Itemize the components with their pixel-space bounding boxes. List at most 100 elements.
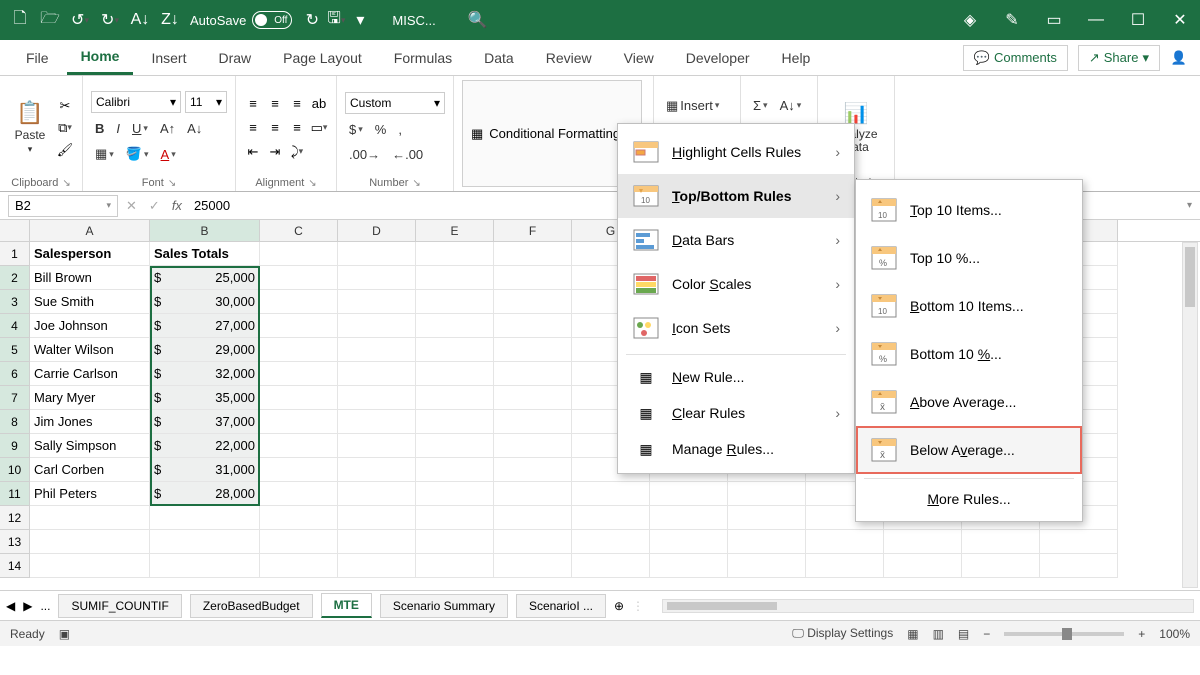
cell[interactable] <box>338 530 416 554</box>
row-header[interactable]: 13 <box>0 530 30 554</box>
cell[interactable] <box>260 410 338 434</box>
paste-button[interactable]: 📋 Paste ▾ <box>8 80 52 175</box>
cell[interactable] <box>572 506 650 530</box>
column-header[interactable]: D <box>338 220 416 241</box>
cell[interactable]: $37,000 <box>150 410 260 434</box>
cell[interactable] <box>494 554 572 578</box>
row-header[interactable]: 9 <box>0 434 30 458</box>
cell[interactable] <box>494 458 572 482</box>
cell[interactable] <box>150 506 260 530</box>
cell[interactable]: $30,000 <box>150 290 260 314</box>
cell[interactable] <box>494 266 572 290</box>
align-center-icon[interactable]: ≡ <box>266 119 284 137</box>
cell[interactable] <box>962 530 1040 554</box>
pencil-icon[interactable]: ✎ <box>1000 8 1024 32</box>
cell[interactable] <box>572 482 650 506</box>
column-header[interactable]: F <box>494 220 572 241</box>
row-header[interactable]: 7 <box>0 386 30 410</box>
sort-filter-icon[interactable]: A↓ <box>776 96 806 115</box>
cell[interactable] <box>260 506 338 530</box>
cell[interactable] <box>572 554 650 578</box>
cell[interactable] <box>338 410 416 434</box>
column-header[interactable]: A <box>30 220 150 241</box>
tb-more-rules[interactable]: More Rules... <box>856 483 1082 515</box>
cell[interactable] <box>260 482 338 506</box>
cell[interactable] <box>494 242 572 266</box>
number-format-select[interactable]: Custom▾ <box>345 92 445 114</box>
orientation-icon[interactable]: ⤸ <box>288 143 306 161</box>
indent-inc-icon[interactable]: ⇥ <box>266 143 284 161</box>
cell[interactable]: Phil Peters <box>30 482 150 506</box>
cell[interactable] <box>260 290 338 314</box>
cell[interactable] <box>338 482 416 506</box>
cell[interactable] <box>338 290 416 314</box>
new-file-icon[interactable]: 🗋 <box>8 8 32 32</box>
cell[interactable] <box>416 410 494 434</box>
underline-button[interactable]: U <box>128 119 152 138</box>
cell[interactable] <box>338 266 416 290</box>
cell[interactable] <box>416 506 494 530</box>
cell[interactable] <box>494 386 572 410</box>
cf-icon-sets[interactable]: Icon Sets › <box>618 306 854 350</box>
cell[interactable] <box>416 338 494 362</box>
cell[interactable]: $29,000 <box>150 338 260 362</box>
tab-file[interactable]: File <box>12 42 63 74</box>
qat-more-icon[interactable]: ▾ <box>348 8 372 32</box>
cell[interactable] <box>416 266 494 290</box>
column-header[interactable]: B <box>150 220 260 241</box>
cell[interactable] <box>884 530 962 554</box>
cf-new-rule[interactable]: ▦ New Rule... <box>618 359 854 395</box>
font-launcher-icon[interactable]: ↘ <box>168 178 176 189</box>
merge-icon[interactable]: ▭ <box>310 119 328 137</box>
wrap-text-icon[interactable]: ab <box>310 95 328 113</box>
cell[interactable] <box>260 362 338 386</box>
row-header[interactable]: 11 <box>0 482 30 506</box>
cell[interactable]: $27,000 <box>150 314 260 338</box>
column-header[interactable]: C <box>260 220 338 241</box>
cell[interactable] <box>416 314 494 338</box>
zoom-in-icon[interactable]: + <box>1138 627 1145 641</box>
cell[interactable] <box>728 554 806 578</box>
row-header[interactable]: 12 <box>0 506 30 530</box>
tb-bottom-10-items[interactable]: 10 Bottom 10 Items... <box>856 282 1082 330</box>
font-size-select[interactable]: 11▾ <box>185 91 227 113</box>
redo2-icon[interactable]: ↻ <box>300 8 324 32</box>
save-icon[interactable]: 🖫 <box>324 8 348 32</box>
zoom-slider[interactable] <box>1004 632 1124 636</box>
grow-font-icon[interactable]: A↑ <box>156 119 179 138</box>
align-top-icon[interactable]: ≡ <box>244 95 262 113</box>
cell[interactable]: Bill Brown <box>30 266 150 290</box>
tb-below-average[interactable]: x̄ Below Average... <box>856 426 1082 474</box>
cell[interactable] <box>728 530 806 554</box>
cut-icon[interactable]: ✂ <box>56 97 74 115</box>
macro-record-icon[interactable]: ▣ <box>59 627 70 641</box>
user-icon[interactable]: 👤 <box>1170 49 1188 67</box>
tab-developer[interactable]: Developer <box>672 42 764 74</box>
cell[interactable]: $28,000 <box>150 482 260 506</box>
border-icon[interactable]: ▦ <box>91 144 118 164</box>
cell[interactable] <box>260 386 338 410</box>
row-header[interactable]: 10 <box>0 458 30 482</box>
cell[interactable] <box>338 386 416 410</box>
column-header[interactable]: E <box>416 220 494 241</box>
cell[interactable]: Walter Wilson <box>30 338 150 362</box>
cell[interactable] <box>494 410 572 434</box>
cell[interactable] <box>416 554 494 578</box>
tb-bottom-10-percent[interactable]: % Bottom 10 %... <box>856 330 1082 378</box>
cell[interactable] <box>494 530 572 554</box>
cell[interactable] <box>260 314 338 338</box>
view-pagelayout-icon[interactable]: ▥ <box>933 627 944 641</box>
cf-manage-rules[interactable]: ▦ Manage Rules... <box>618 431 854 467</box>
cell[interactable]: Joe Johnson <box>30 314 150 338</box>
view-normal-icon[interactable]: ▦ <box>907 627 918 641</box>
tab-formulas[interactable]: Formulas <box>380 42 466 74</box>
cell[interactable] <box>260 266 338 290</box>
cell[interactable] <box>30 530 150 554</box>
cell[interactable] <box>150 530 260 554</box>
tab-view[interactable]: View <box>610 42 668 74</box>
sheet-tab[interactable]: SUMIF_COUNTIF <box>58 594 181 618</box>
cell[interactable] <box>494 362 572 386</box>
cell[interactable] <box>494 434 572 458</box>
align-launcher-icon[interactable]: ↘ <box>308 178 316 189</box>
close-icon[interactable]: ✕ <box>1168 8 1192 32</box>
